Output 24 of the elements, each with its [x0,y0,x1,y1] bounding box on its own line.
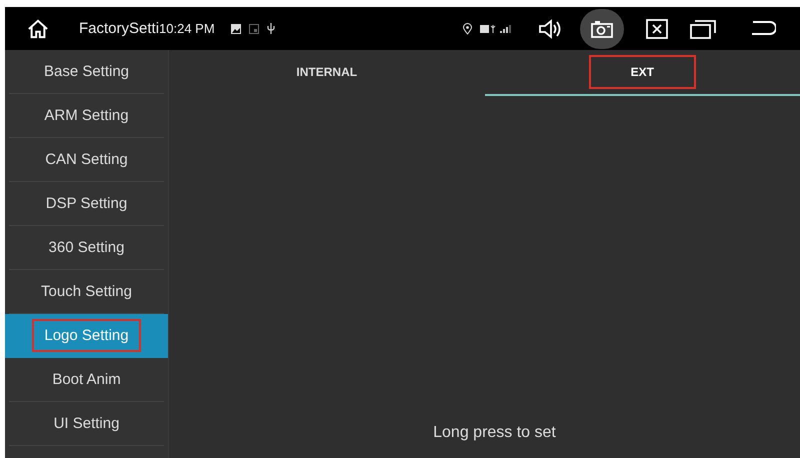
image-icon [230,24,241,34]
camera-icon [591,20,613,38]
tab[interactable]: INTERNAL [169,50,484,96]
sidebar-item[interactable]: Boot Anim [9,358,164,402]
sidebar-item[interactable]: 360 Setting [9,226,164,270]
sidebar-item[interactable]: Logo Setting [5,314,168,358]
home-icon[interactable] [27,18,49,38]
screen-icon [248,24,259,34]
back-icon[interactable] [750,20,776,38]
usb-icon [266,23,275,34]
screenshot-button[interactable] [580,8,624,48]
volume-icon[interactable] [538,18,562,38]
recent-apps-icon[interactable] [690,18,716,38]
sidebar-item[interactable]: DSP Setting [9,182,164,226]
sidebar-item[interactable]: CAN Setting [9,138,164,182]
sidebar-item[interactable]: Base Setting [9,50,164,94]
app-title: FactorySetti [79,20,160,37]
sidebar-item[interactable]: UI Setting [9,402,164,446]
clock-time: 10:24 PM [159,21,215,36]
close-icon[interactable] [646,18,668,38]
tab[interactable]: EXT [484,50,800,96]
sidebar-item[interactable]: ARM Setting [9,94,164,138]
hint-text: Long press to set [433,424,556,443]
location-icon [463,22,472,34]
